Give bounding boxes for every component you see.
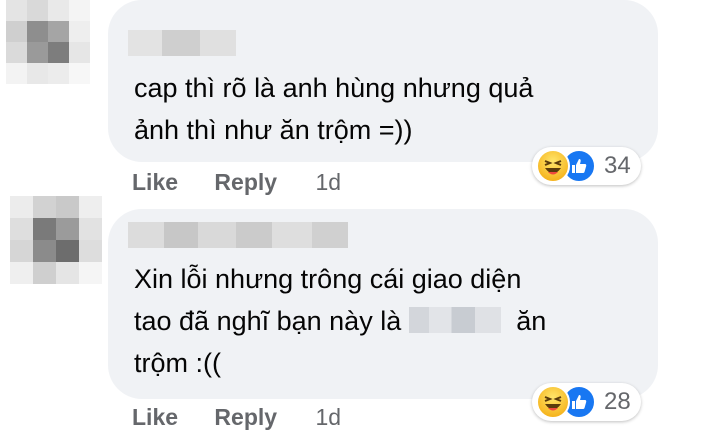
comment-text-line: trộm :(( bbox=[134, 348, 221, 378]
comment-text-line: Xin lỗi nhưng trông cái giao diện bbox=[134, 264, 522, 294]
reply-link[interactable]: Reply bbox=[214, 169, 277, 195]
comment-text-fragment: ăn bbox=[516, 306, 547, 336]
comment-text: Xin lỗi nhưng trông cái giao diện tao đã… bbox=[134, 258, 546, 384]
comment-text-line: ảnh thì như ăn trộm =)) bbox=[134, 115, 413, 145]
comment-text-line: tao đã nghĩ bạn này là ăn bbox=[134, 300, 546, 342]
commenter-name[interactable] bbox=[128, 222, 348, 248]
comment-text-line: cap thì rõ là anh hùng nhưng quả bbox=[134, 73, 534, 103]
censored-mention bbox=[408, 307, 501, 333]
avatar[interactable] bbox=[10, 196, 102, 284]
comment-text: cap thì rõ là anh hùng nhưng quả ảnh thì… bbox=[134, 67, 533, 151]
comment-text-fragment: tao đã nghĩ bạn này là bbox=[134, 306, 402, 336]
haha-icon bbox=[536, 385, 570, 419]
reaction-summary[interactable]: 28 bbox=[532, 383, 641, 421]
reply-link[interactable]: Reply bbox=[214, 404, 277, 430]
reaction-count: 34 bbox=[604, 152, 631, 179]
timestamp[interactable]: 1d bbox=[315, 169, 341, 195]
timestamp[interactable]: 1d bbox=[315, 404, 341, 430]
reaction-summary[interactable]: 34 bbox=[532, 147, 641, 185]
like-link[interactable]: Like bbox=[132, 169, 178, 195]
comment-actions: Like Reply 1d bbox=[132, 169, 341, 196]
haha-icon bbox=[536, 149, 570, 183]
comment-actions: Like Reply 1d bbox=[132, 404, 341, 431]
like-link[interactable]: Like bbox=[132, 404, 178, 430]
avatar[interactable] bbox=[6, 0, 90, 84]
commenter-name[interactable] bbox=[128, 30, 236, 56]
reaction-count: 28 bbox=[604, 388, 631, 415]
